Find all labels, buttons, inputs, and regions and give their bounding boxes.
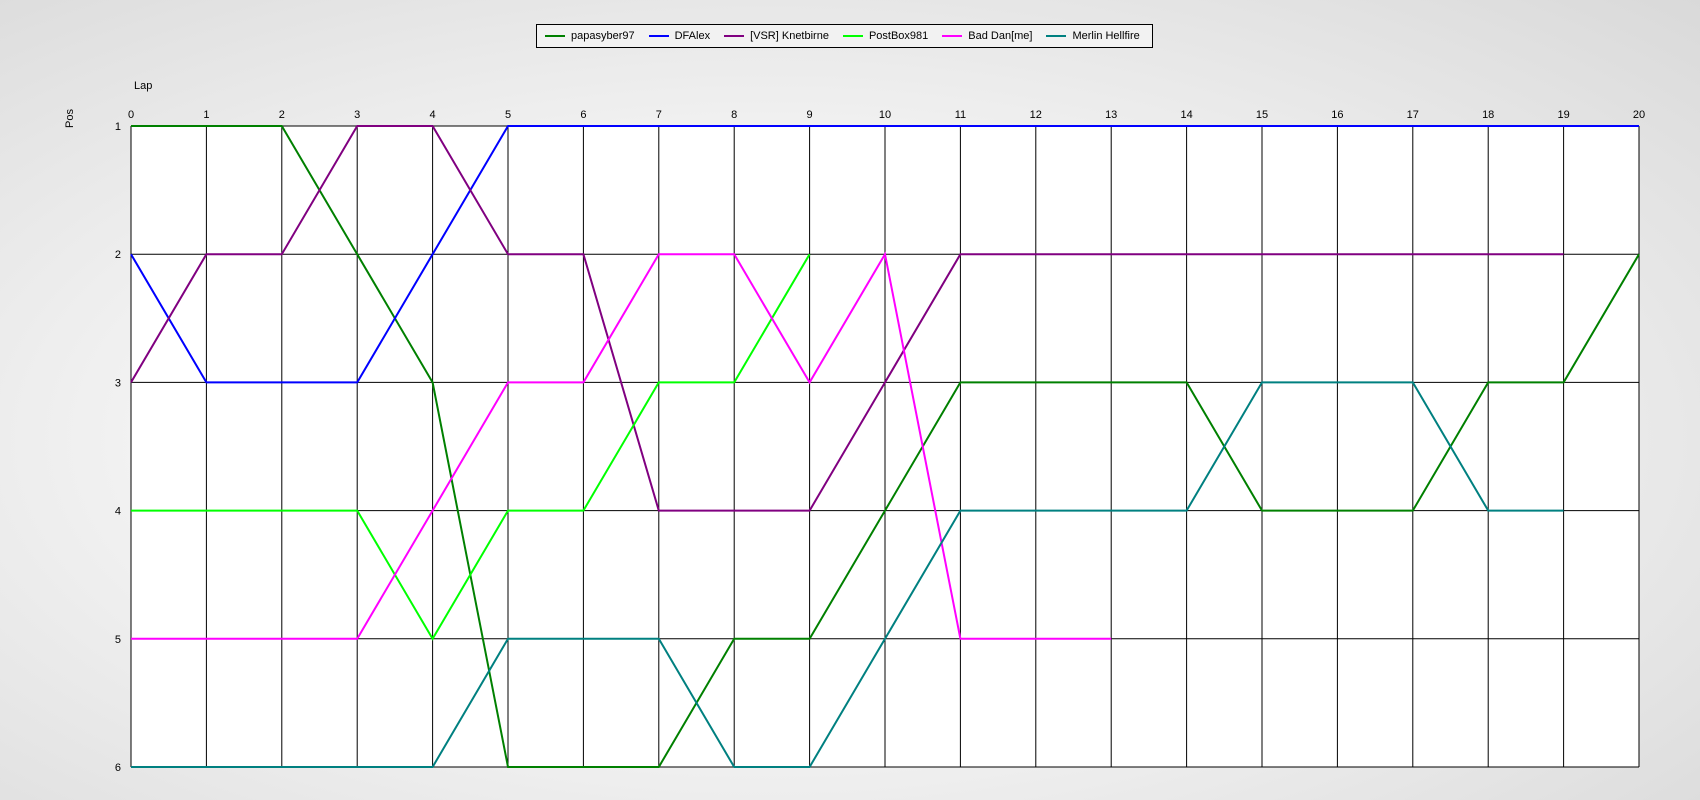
y-tick-label: 1 bbox=[115, 121, 121, 133]
x-tick-label: 16 bbox=[1331, 109, 1343, 121]
x-tick-label: 10 bbox=[879, 109, 891, 121]
x-tick-label: 3 bbox=[354, 109, 360, 121]
x-tick-label: 20 bbox=[1633, 109, 1645, 121]
x-tick-label: 18 bbox=[1482, 109, 1494, 121]
x-tick-label: 5 bbox=[505, 109, 511, 121]
x-tick-label: 1 bbox=[203, 109, 209, 121]
x-tick-label: 0 bbox=[128, 109, 134, 121]
y-tick-label: 3 bbox=[115, 377, 121, 389]
x-tick-label: 14 bbox=[1180, 109, 1192, 121]
chart-root: papasyber97 DFAlex [VSR] Knetbirne PostBox9… bbox=[0, 0, 1700, 800]
x-tick-label: 8 bbox=[731, 109, 737, 121]
y-tick-label: 5 bbox=[115, 634, 121, 646]
y-tick-label: 4 bbox=[115, 506, 121, 518]
x-tick-label: 19 bbox=[1557, 109, 1569, 121]
x-tick-label: 6 bbox=[580, 109, 586, 121]
y-tick-label: 6 bbox=[115, 762, 121, 774]
x-tick-label: 12 bbox=[1030, 109, 1042, 121]
x-tick-label: 7 bbox=[656, 109, 662, 121]
y-tick-label: 2 bbox=[115, 249, 121, 261]
x-tick-label: 11 bbox=[955, 109, 966, 121]
x-tick-label: 9 bbox=[807, 109, 813, 121]
x-tick-label: 17 bbox=[1407, 109, 1419, 121]
x-tick-label: 4 bbox=[430, 109, 436, 121]
x-tick-label: 13 bbox=[1105, 109, 1117, 121]
position-chart: 0 1 2 3 4 5 6 7 8 9 10 11 12 13 14 15 16 17 18 19 20123456 bbox=[115, 109, 1645, 774]
x-tick-label: 2 bbox=[279, 109, 285, 121]
x-tick-label: 15 bbox=[1256, 109, 1268, 121]
